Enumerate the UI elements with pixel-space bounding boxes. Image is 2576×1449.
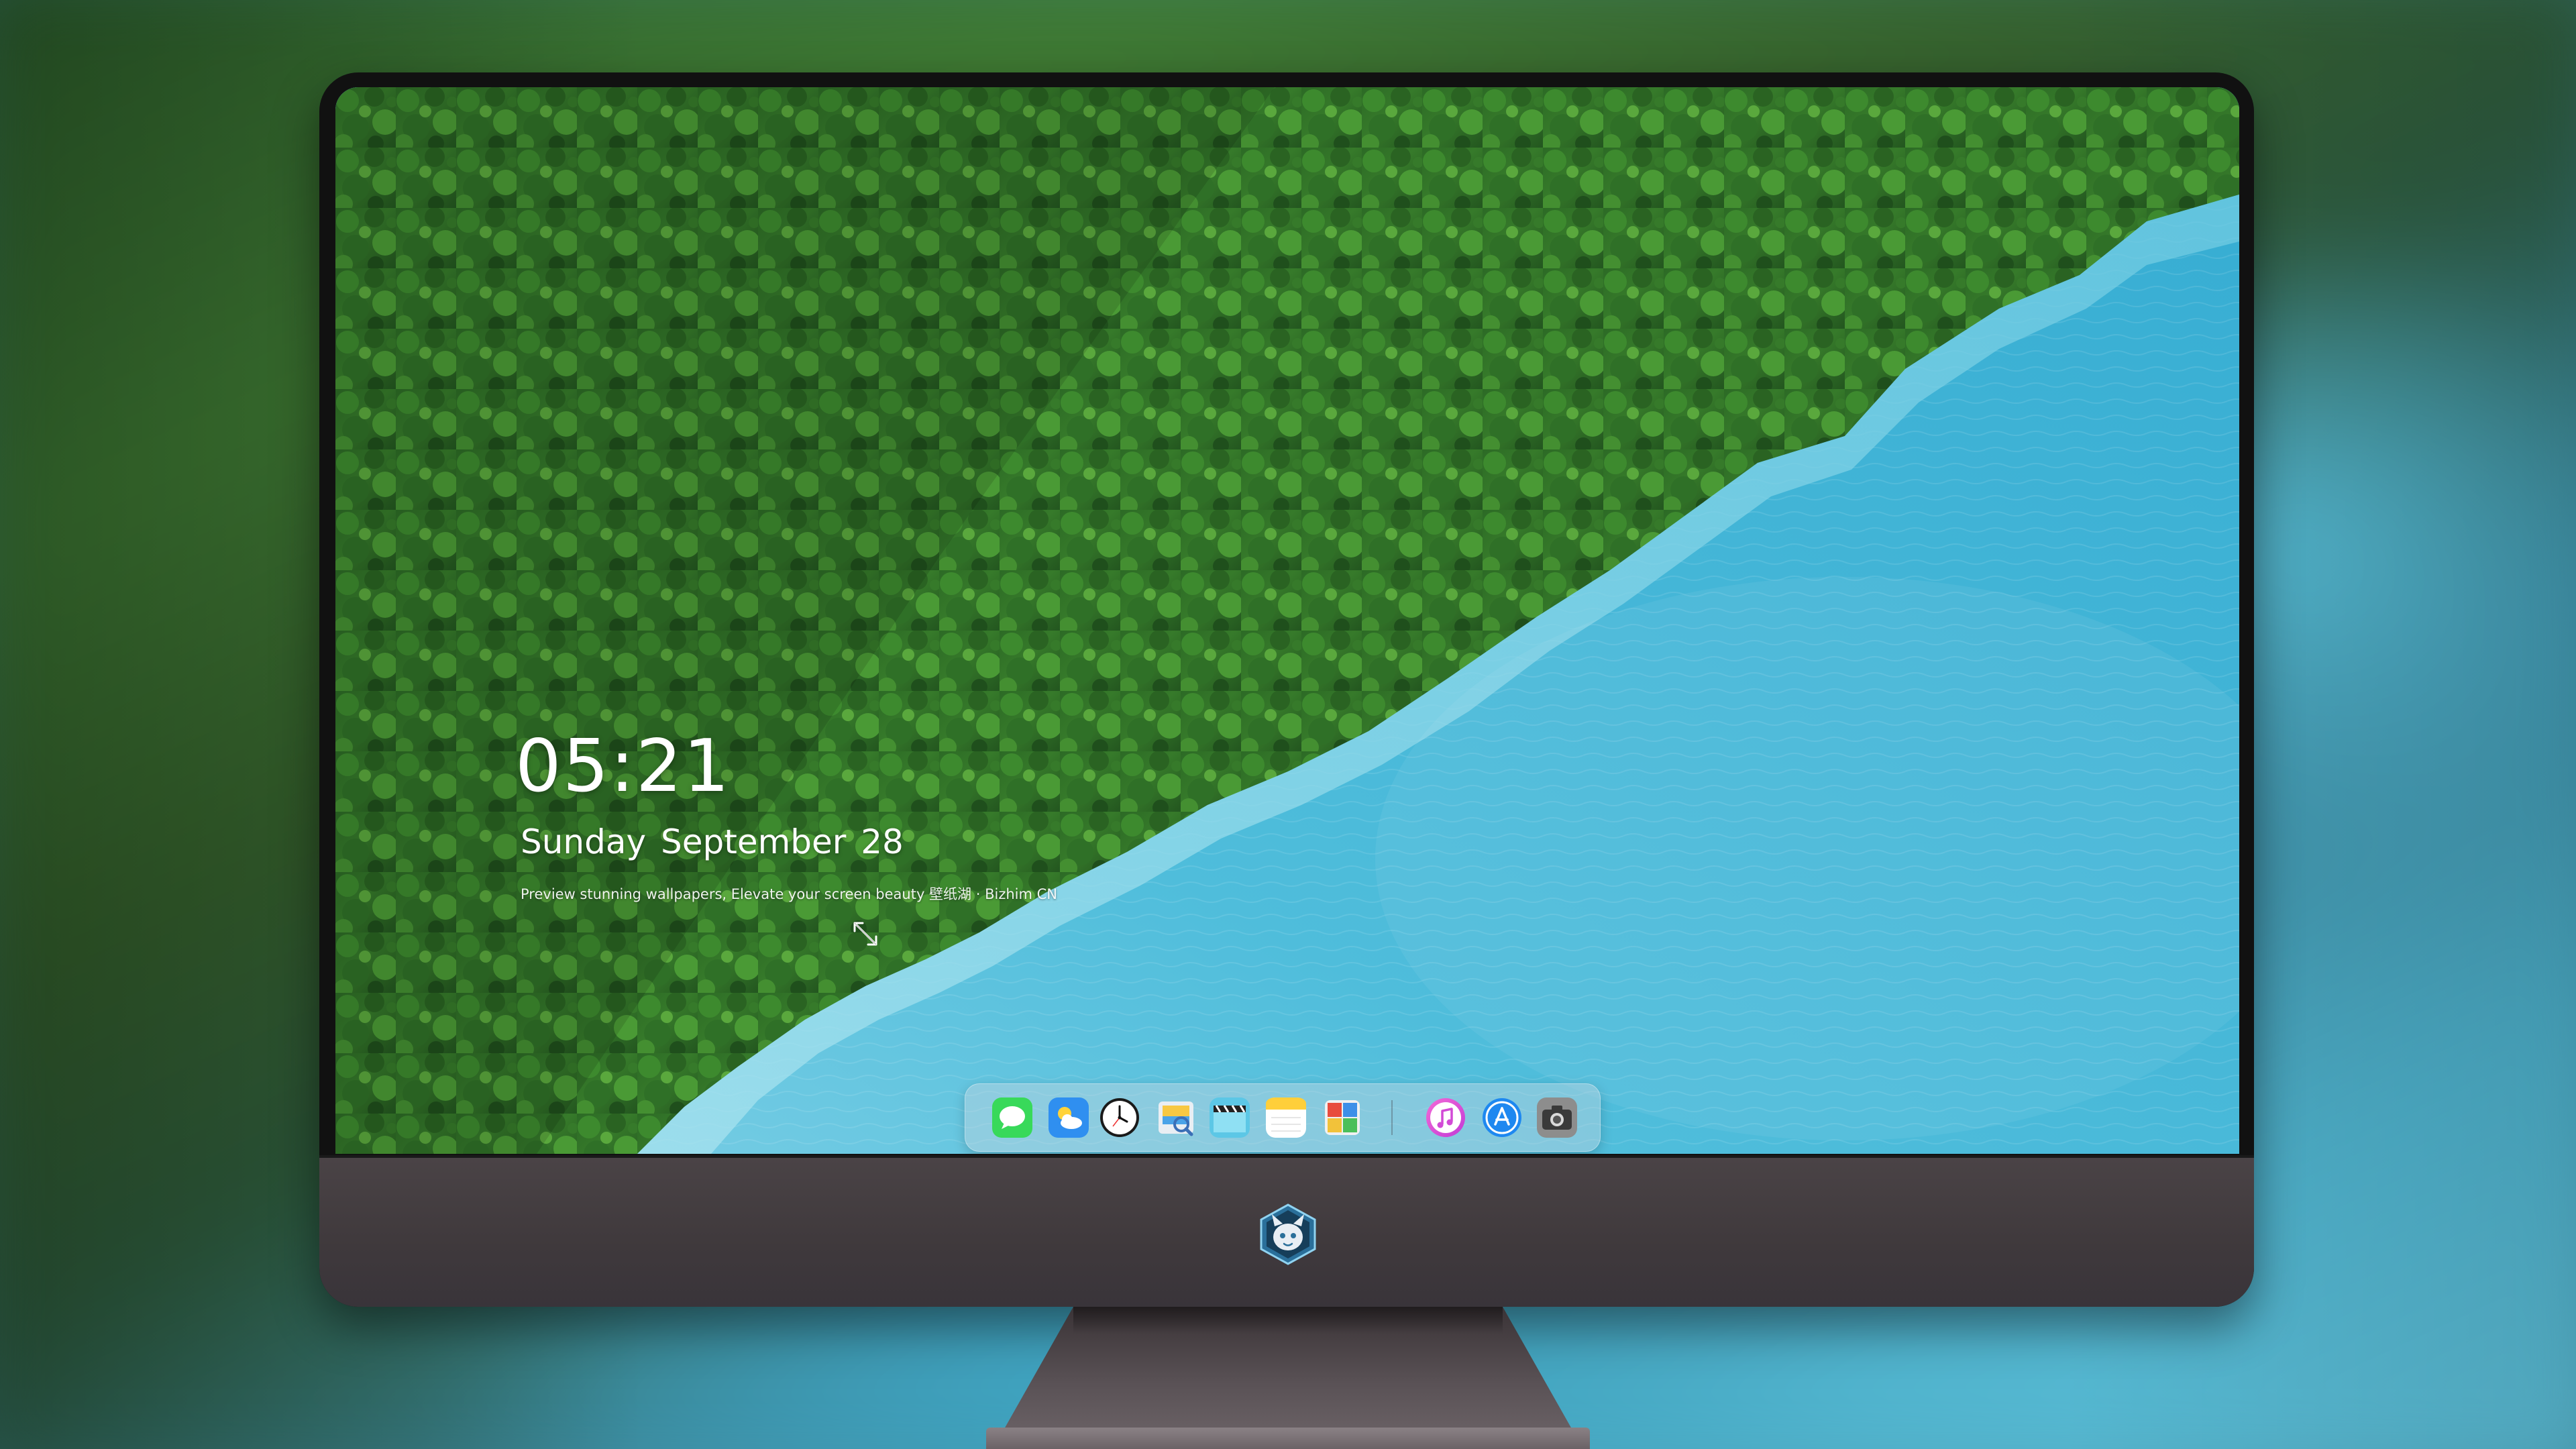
music-icon — [1426, 1098, 1465, 1137]
dock-separator — [1391, 1100, 1393, 1135]
monitor-stand-base — [986, 1428, 1590, 1449]
app-store-icon — [1483, 1098, 1521, 1137]
weather-icon — [1049, 1097, 1089, 1138]
stand-shadow — [1073, 1307, 1503, 1334]
preview-icon — [1159, 1102, 1193, 1136]
dock-app-preview[interactable] — [1156, 1097, 1196, 1138]
lock-screen-time: 05:21 — [515, 724, 731, 808]
forest-lake-wallpaper — [335, 87, 2239, 1154]
wallpaper-tagline: Preview stunning wallpapers, Elevate you… — [521, 886, 1057, 902]
dock — [965, 1083, 1601, 1152]
brand-mascot-logo — [1260, 1203, 1316, 1265]
dock-app-photo-booth[interactable] — [1322, 1097, 1362, 1138]
clock-icon — [1100, 1098, 1139, 1137]
lock-screen-date: Sunday September 28 — [521, 822, 904, 861]
dock-app-clock[interactable] — [1099, 1097, 1140, 1138]
clapperboard-icon — [1210, 1097, 1250, 1138]
dock-app-messages[interactable] — [992, 1097, 1032, 1138]
camera-icon — [1537, 1097, 1577, 1138]
lock-screen[interactable]: 05:21 Sunday September 28 Preview stunni… — [335, 87, 2239, 1154]
photo-booth-icon — [1325, 1100, 1360, 1135]
dock-app-video-editor[interactable] — [1210, 1097, 1250, 1138]
desktop-scene: 05:21 Sunday September 28 Preview stunni… — [0, 0, 2576, 1449]
dock-app-music[interactable] — [1426, 1097, 1466, 1138]
dock-app-camera[interactable] — [1537, 1097, 1577, 1138]
dock-app-app-store[interactable] — [1482, 1097, 1522, 1138]
dock-app-weather[interactable] — [1049, 1097, 1089, 1138]
messages-icon — [992, 1097, 1032, 1138]
dock-app-notes[interactable] — [1266, 1097, 1306, 1138]
notes-icon — [1266, 1097, 1306, 1138]
move-cursor-icon — [853, 922, 877, 946]
